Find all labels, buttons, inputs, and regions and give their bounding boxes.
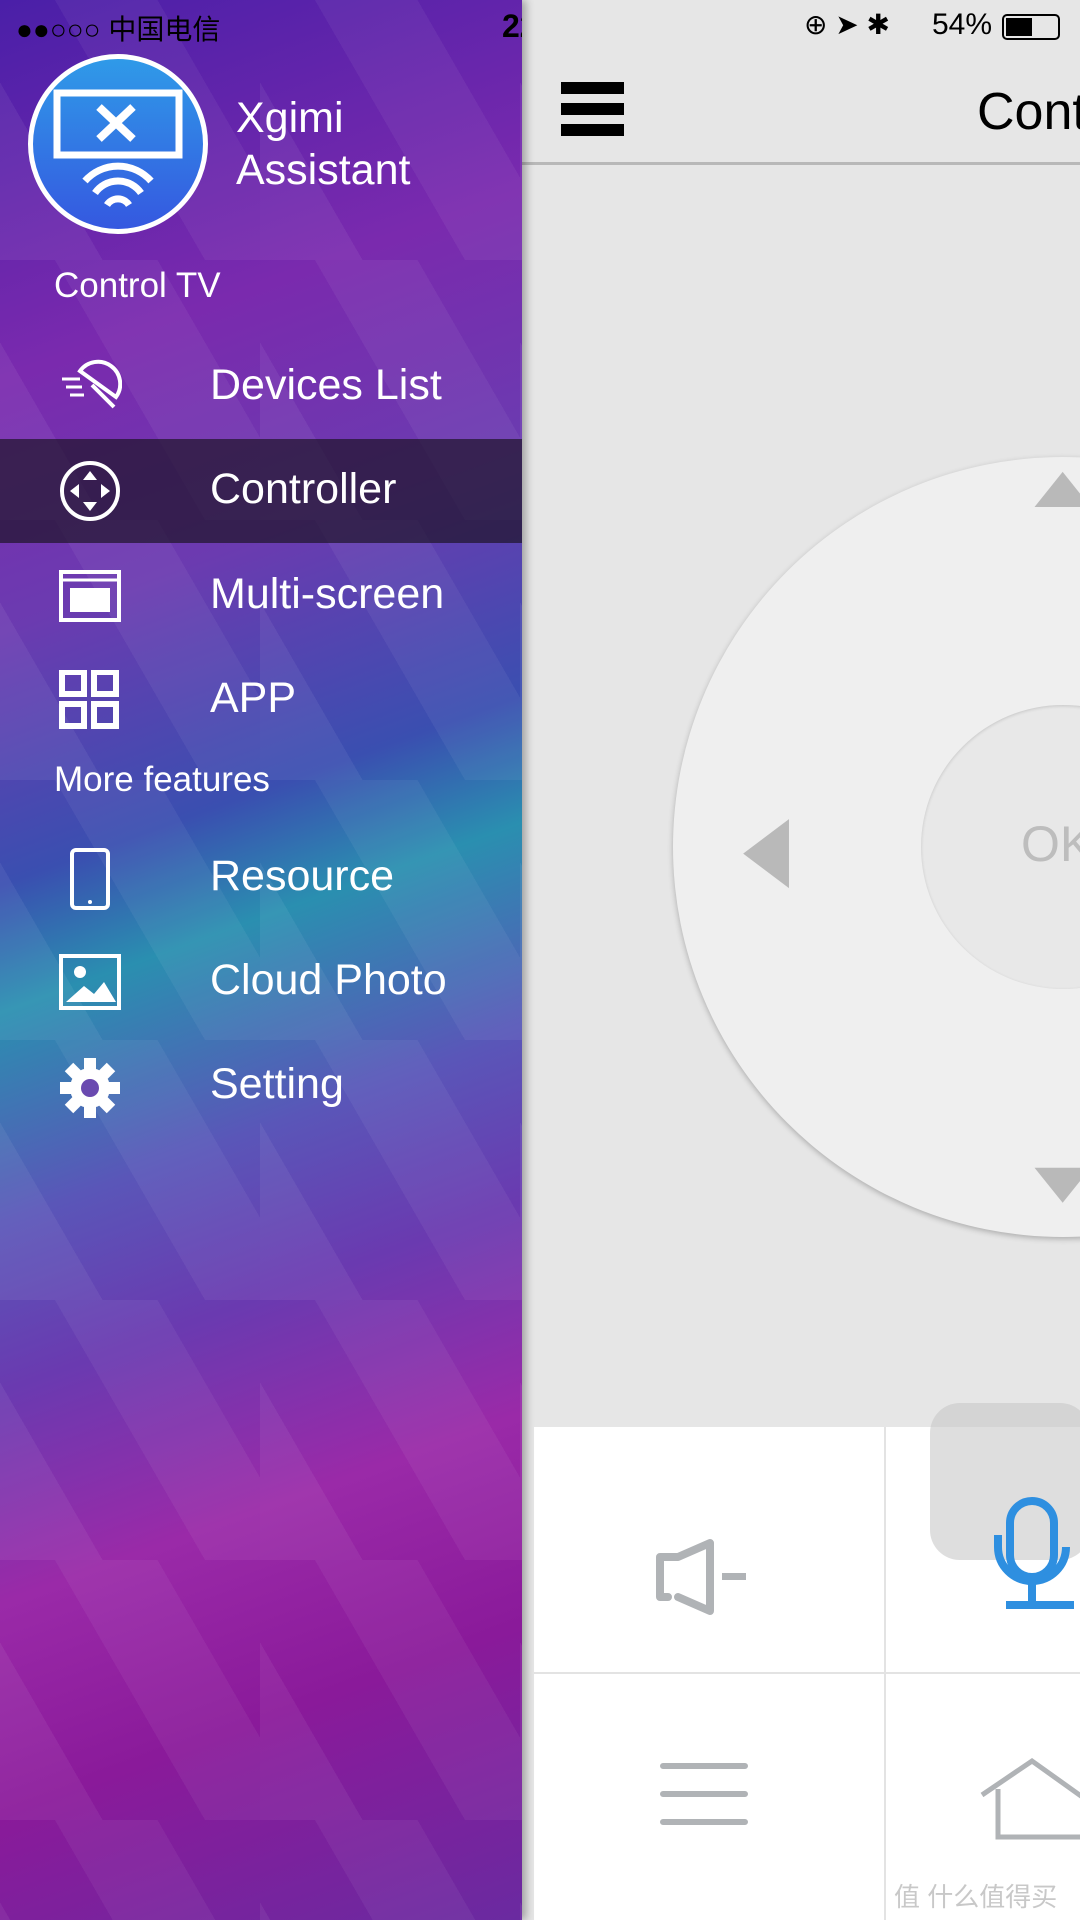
home-button[interactable]: [978, 1757, 1080, 1847]
page-title: Cont: [977, 83, 1080, 141]
photo-icon: [58, 952, 122, 1012]
status-icons: ⊕ ➤ ✱: [804, 9, 890, 40]
arrow-left-button[interactable]: ◀: [743, 795, 789, 900]
arrow-up-button[interactable]: ▲: [1015, 452, 1080, 521]
section-control-tv: Control TV: [54, 266, 221, 305]
dpad-icon: [58, 461, 122, 521]
battery-percent: 54%: [932, 8, 993, 41]
menu-label: APP: [210, 674, 297, 722]
header: Cont: [522, 0, 1080, 165]
watermark: 值 什么值得买: [894, 1882, 1058, 1912]
menu-item-setting[interactable]: Setting: [0, 1034, 522, 1138]
menu-label: Setting: [210, 1060, 344, 1108]
menu-item-cloud-photo[interactable]: Cloud Photo: [0, 930, 522, 1034]
app-logo: [28, 54, 208, 234]
controller-panel: Cont ▲ ◀ ▼ OK 值 什么值得买 54% ⊕ ➤ ✱: [522, 0, 1080, 1920]
divider: [534, 1672, 1080, 1674]
menu-item-devices-list[interactable]: Devices List: [0, 335, 522, 439]
gear-icon: [58, 1056, 122, 1118]
screen-icon: [58, 566, 122, 626]
menu-label: Multi-screen: [210, 570, 445, 618]
dpad: ▲ ◀ ▼ OK: [673, 453, 1080, 1237]
devices-icon: [58, 357, 123, 417]
phone-icon: [58, 848, 122, 910]
menu-item-app[interactable]: APP: [0, 648, 522, 752]
section-more-features: More features: [54, 760, 270, 799]
volume-down-button[interactable]: [654, 1537, 764, 1617]
microphone-button[interactable]: [994, 1497, 1080, 1617]
menu-item-resource[interactable]: Resource: [0, 826, 522, 930]
menu-label: Devices List: [210, 361, 442, 409]
hamburger-menu-button[interactable]: [561, 82, 624, 138]
menu-lines-button[interactable]: [660, 1762, 750, 1832]
grid-icon: [58, 669, 122, 730]
menu-label: Cloud Photo: [210, 956, 447, 1004]
button-grid: 值 什么值得买: [534, 1403, 1080, 1920]
menu-label: Controller: [210, 465, 397, 513]
menu-label: Resource: [210, 852, 395, 900]
menu-item-controller[interactable]: Controller: [0, 439, 522, 543]
app-name: Xgimi Assistant: [236, 94, 411, 194]
side-drawer: ●●○○○ 中国电信 22:02 Xgimi Assistant Control…: [0, 0, 522, 1920]
menu-item-multi-screen[interactable]: Multi-screen: [0, 544, 522, 648]
arrow-down-button[interactable]: ▼: [1015, 1147, 1080, 1216]
battery-icon: [1002, 14, 1060, 40]
carrier: ●●○○○ 中国电信: [16, 14, 221, 45]
status-time: 22:02: [502, 8, 522, 44]
ok-label: OK: [1021, 816, 1080, 872]
ok-button[interactable]: OK: [921, 705, 1080, 989]
